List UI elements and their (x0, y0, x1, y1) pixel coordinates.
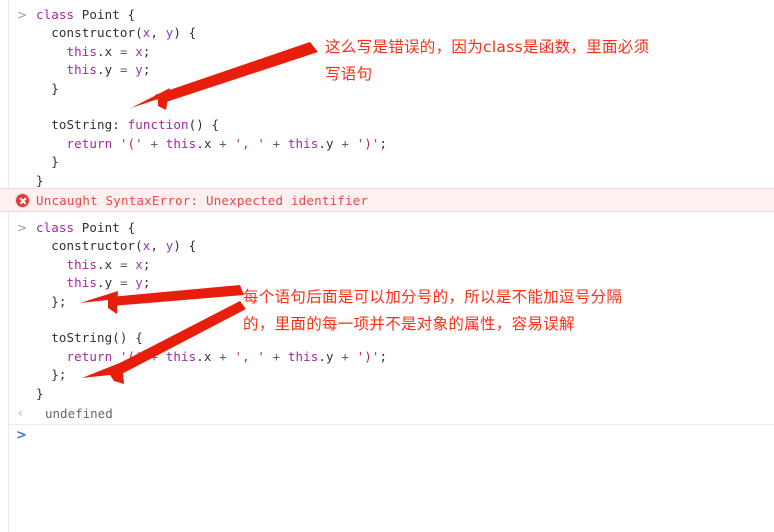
error-message: Uncaught SyntaxError: Unexpected identif… (36, 193, 369, 208)
console-error-row[interactable]: Uncaught SyntaxError: Unexpected identif… (0, 188, 774, 212)
console-input-caret[interactable] (39, 429, 40, 443)
annotation-text-2: 每个语句后面是可以加分号的，所以是不能加逗号分隔 的，里面的每一项并不是对象的属… (243, 288, 623, 333)
console-prompt-row[interactable]: > (9, 427, 774, 447)
prompt-chevron-icon: > (16, 8, 28, 22)
output-value: undefined (45, 406, 113, 421)
annotation-text-1: 这么写是错误的，因为class是函数，里面必须 写语句 (325, 38, 650, 83)
error-circle-x-icon (16, 194, 29, 207)
return-arrow-icon: ‹ (18, 406, 23, 420)
prompt-chevron-icon: > (16, 221, 28, 235)
prompt-chevron-active-icon: > (16, 428, 27, 443)
console-output-row: ‹ undefined (9, 404, 774, 425)
